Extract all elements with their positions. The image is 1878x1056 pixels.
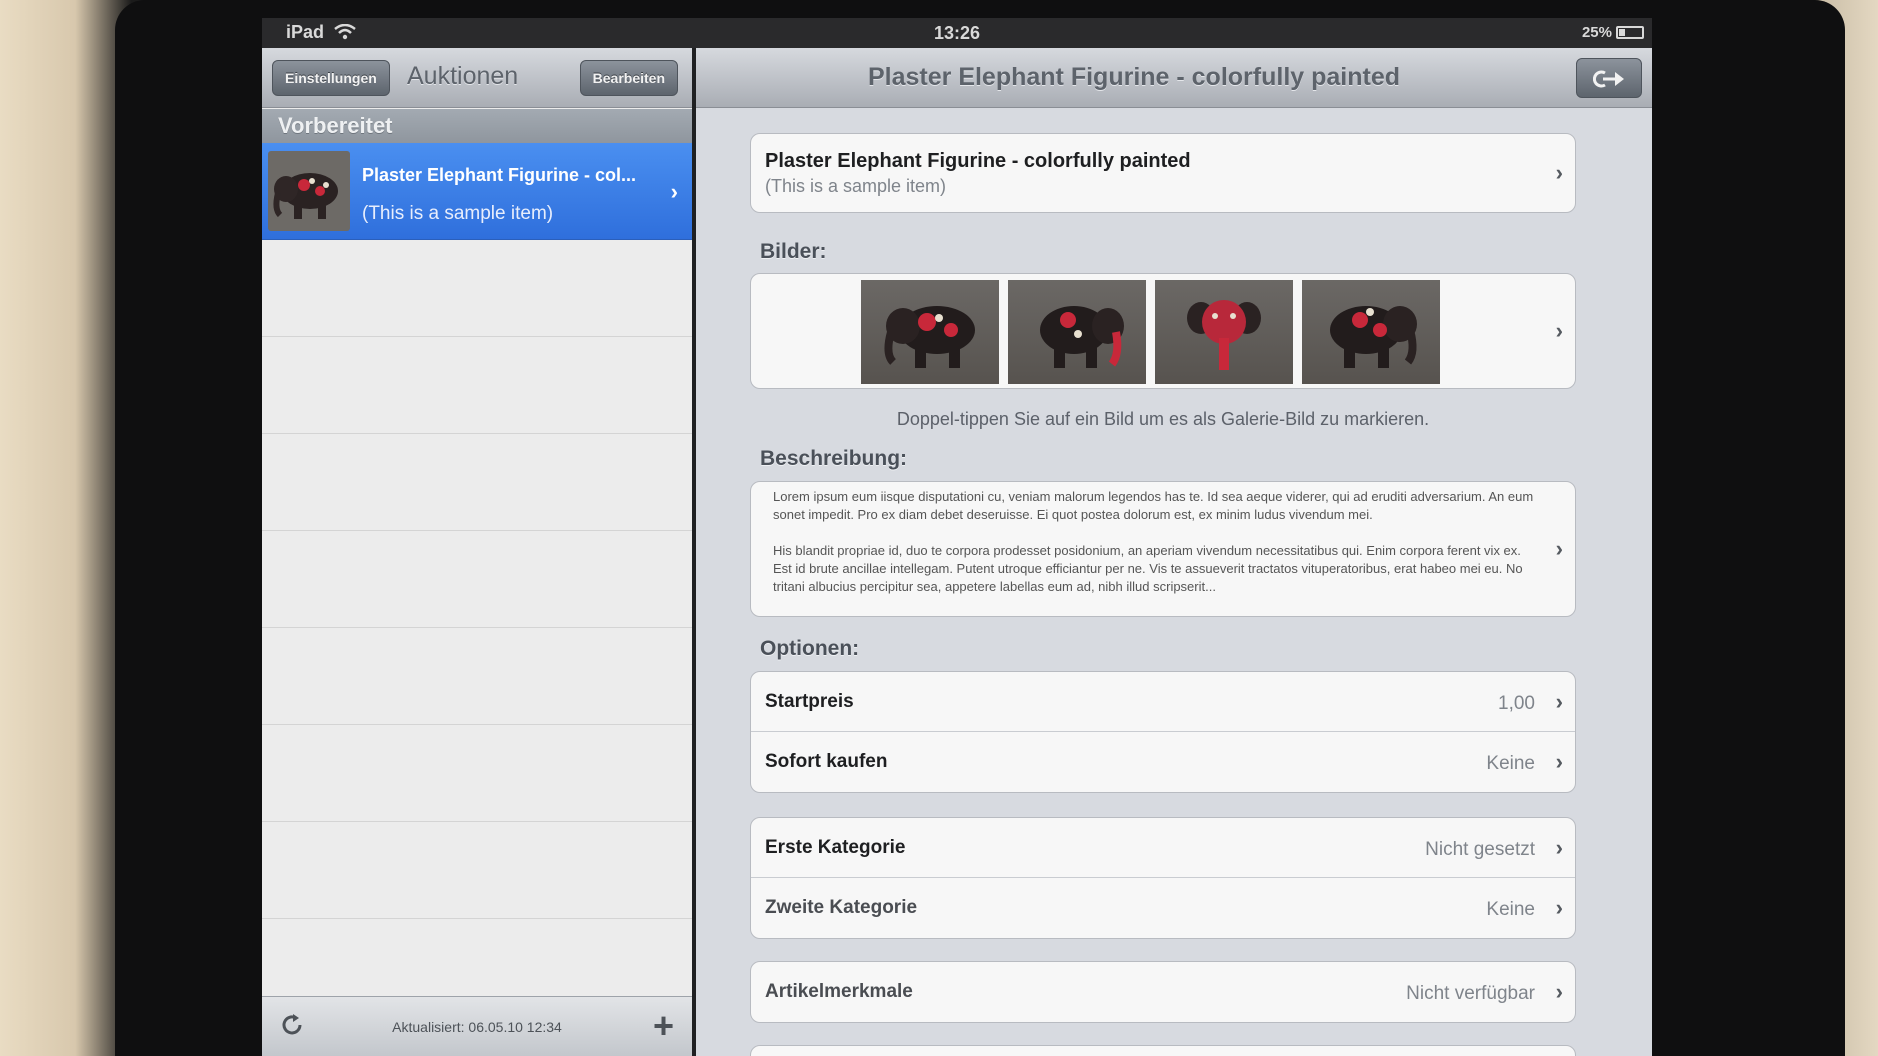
add-icon[interactable]: + <box>653 1005 674 1047</box>
chevron-right-icon: › <box>1555 160 1563 185</box>
item-title: Plaster Elephant Figurine - colorfully p… <box>765 150 1191 172</box>
description-cell[interactable]: Lorem ipsum eum iisque disputationi cu, … <box>750 481 1576 617</box>
option-value: 1,00 <box>1498 693 1535 714</box>
images-hint: Doppel-tippen Sie auf ein Bild um es als… <box>896 409 1430 429</box>
chevron-right-icon: › <box>1555 895 1563 920</box>
status-battery-percent: 25% <box>1581 24 1612 41</box>
auction-item-subtitle: (This is a sample item) <box>362 203 554 224</box>
empty-list-row <box>262 725 692 822</box>
description-text: Lorem ipsum eum iisque disputationi cu, … <box>773 488 1543 614</box>
category-value: Keine <box>1486 899 1535 920</box>
status-time: 13:26 <box>933 23 981 43</box>
options-group: Startpreis 1,00 › Sofort kaufen Keine › <box>750 671 1576 793</box>
option-label: Sofort kaufen <box>765 751 888 772</box>
elephant-image-icon <box>273 173 338 219</box>
item-photo[interactable] <box>1155 280 1293 384</box>
chevron-right-icon: › <box>1555 689 1563 714</box>
settings-button[interactable]: Einstellungen <box>272 60 390 96</box>
chevron-right-icon: › <box>1555 979 1563 1004</box>
elephant-photo-icon <box>1330 306 1417 368</box>
export-arrow-icon <box>1593 70 1624 88</box>
auction-detail-panel: Plaster Elephant Figurine - colorfully p… <box>696 48 1652 1056</box>
detail-title: Plaster Elephant Figurine - colorfully p… <box>867 63 1401 91</box>
attribute-label: Artikelmerkmale <box>765 981 913 1002</box>
category-row-second[interactable]: Zweite Kategorie Keine › <box>751 878 1575 938</box>
description-label: Beschreibung: <box>760 447 908 470</box>
auction-item-title: Plaster Elephant Figurine - col... <box>362 165 637 185</box>
status-bar: iPad 13:26 25% <box>262 18 1652 48</box>
category-value: Nicht gesetzt <box>1425 839 1535 860</box>
last-updated-text: Aktualisiert: 06.05.10 12:34 <box>392 1019 562 1035</box>
chevron-right-icon: › <box>1555 536 1563 561</box>
option-row-buy-now[interactable]: Sofort kaufen Keine › <box>751 732 1575 792</box>
item-title-cell[interactable]: Plaster Elephant Figurine - colorfully p… <box>750 133 1576 213</box>
empty-list-row <box>262 240 692 337</box>
auction-thumbnail <box>268 151 350 231</box>
auction-list-item[interactable]: Plaster Elephant Figurine - col... (This… <box>262 143 692 240</box>
section-header-prepared: Vorbereitet <box>262 109 692 143</box>
chevron-right-icon: › <box>1555 318 1563 343</box>
attributes-group: Artikelmerkmale Nicht verfügbar › <box>750 961 1576 1023</box>
bottom-toolbar: Aktualisiert: 06.05.10 12:34 + <box>262 996 692 1056</box>
item-photo[interactable] <box>1302 280 1440 384</box>
auction-list-panel: Einstellungen Auktionen Bearbeiten Vorbe… <box>262 48 692 1056</box>
empty-list-row <box>262 337 692 434</box>
option-label: Startpreis <box>765 691 854 712</box>
category-label: Erste Kategorie <box>765 837 906 858</box>
elephant-photo-icon <box>1040 306 1124 368</box>
images-cell[interactable]: › <box>750 273 1576 389</box>
item-subtitle: (This is a sample item) <box>765 176 947 196</box>
options-label: Optionen: <box>760 637 860 660</box>
attribute-value: Nicht verfügbar <box>1406 983 1535 1004</box>
next-group-partial <box>750 1045 1576 1056</box>
battery-icon <box>1616 26 1644 39</box>
ipad-screen: iPad 13:26 25% Einstellungen Auktionen B… <box>262 18 1652 1056</box>
chevron-right-icon: › <box>1555 835 1563 860</box>
item-photo[interactable] <box>861 280 999 384</box>
elephant-photo-icon <box>884 306 975 368</box>
option-row-start-price[interactable]: Startpreis 1,00 › <box>751 672 1575 732</box>
empty-list-row <box>262 822 692 919</box>
empty-list-row <box>262 531 692 628</box>
left-navigation-bar: Einstellungen Auktionen Bearbeiten <box>262 48 692 108</box>
left-panel-title: Auktionen <box>407 62 519 90</box>
right-navigation-bar: Plaster Elephant Figurine - colorfully p… <box>696 48 1652 108</box>
empty-list-row <box>262 434 692 531</box>
option-value: Keine <box>1486 753 1535 774</box>
description-paragraph: Lorem ipsum eum iisque disputationi cu, … <box>773 489 1534 522</box>
chevron-right-icon: › <box>670 179 678 204</box>
images-label: Bilder: <box>760 240 827 263</box>
attribute-row-item-specifics[interactable]: Artikelmerkmale Nicht verfügbar › <box>751 962 1575 1022</box>
empty-list-row <box>262 628 692 725</box>
action-button[interactable] <box>1576 58 1642 98</box>
categories-group: Erste Kategorie Nicht gesetzt › Zweite K… <box>750 817 1576 939</box>
category-label: Zweite Kategorie <box>765 897 918 918</box>
item-photo[interactable] <box>1008 280 1146 384</box>
description-paragraph: His blandit propriae id, duo te corpora … <box>773 543 1523 594</box>
edit-button[interactable]: Bearbeiten <box>579 60 678 96</box>
detail-scroll-view[interactable]: Plaster Elephant Figurine - colorfully p… <box>696 109 1652 1056</box>
elephant-photo-icon <box>1187 300 1261 370</box>
chevron-right-icon: › <box>1555 749 1563 774</box>
category-row-first[interactable]: Erste Kategorie Nicht gesetzt › <box>751 818 1575 878</box>
auction-list: Plaster Elephant Figurine - col... (This… <box>262 143 692 919</box>
